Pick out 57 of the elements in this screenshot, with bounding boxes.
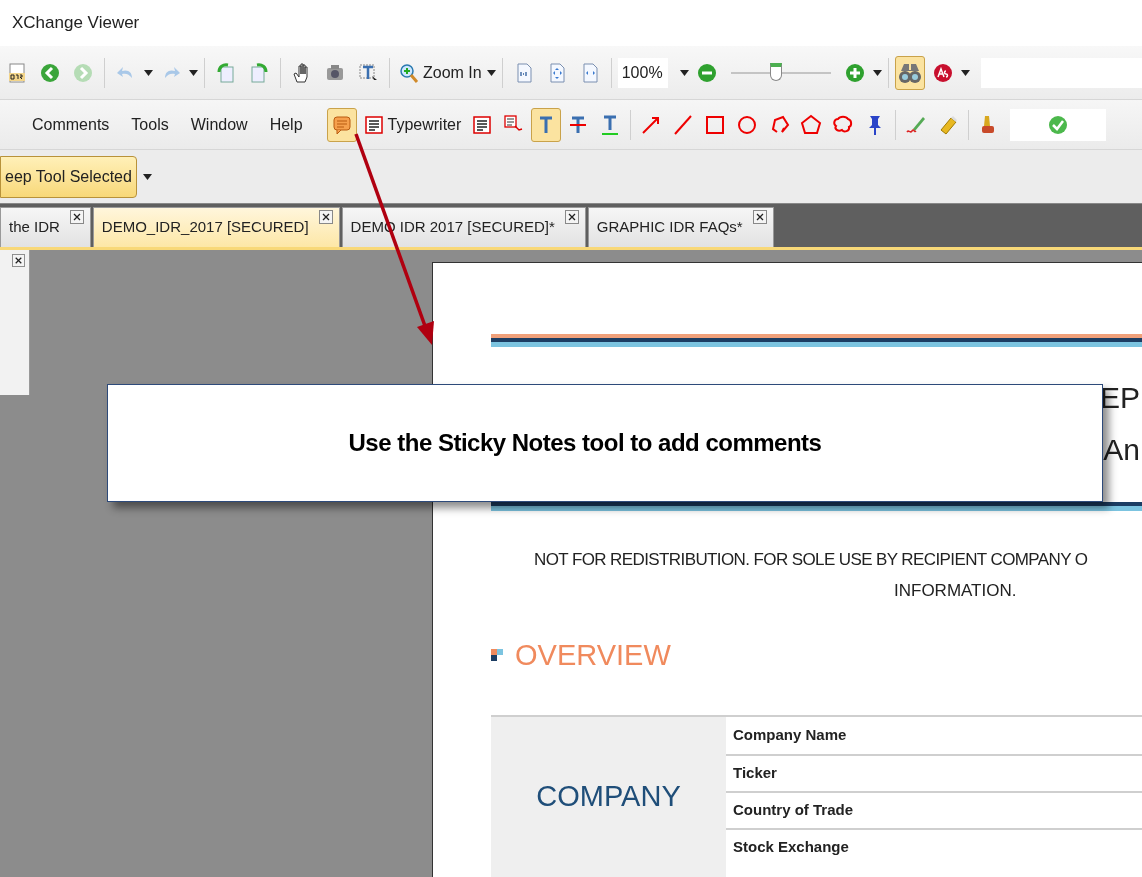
rotate-right-icon bbox=[248, 61, 270, 84]
document-tab[interactable]: GRAPHIC IDR FAQs* bbox=[587, 207, 774, 247]
table-cell-text: Company Name bbox=[732, 725, 848, 746]
textbox-icon bbox=[471, 113, 494, 136]
notice-text: NOT FOR REDISTRIBUTION. FOR SOLE USE BY RECIPIENT COMPANY O bbox=[533, 548, 1089, 571]
notice-text: INFORMATION. bbox=[893, 580, 1018, 602]
polygon-icon bbox=[800, 113, 823, 136]
callout-box: Use the Sticky Notes tool to add comments bbox=[107, 384, 1103, 502]
zoom-slider-thumb[interactable] bbox=[769, 62, 782, 81]
ocr-icon bbox=[6, 61, 28, 84]
close-icon[interactable] bbox=[12, 254, 25, 267]
table-cell: Country of Trade bbox=[726, 791, 1142, 828]
zoom-out-icon bbox=[695, 61, 718, 84]
dropdown-arrow-icon[interactable] bbox=[189, 69, 198, 76]
check-icon bbox=[1047, 113, 1070, 136]
dropdown-arrow-icon[interactable] bbox=[872, 69, 882, 76]
typewriter-tool-button[interactable]: Typewriter bbox=[358, 107, 466, 142]
dropdown-arrow-icon[interactable] bbox=[144, 69, 153, 76]
sticky-note-tool-button[interactable] bbox=[326, 107, 357, 142]
rotate-left-icon bbox=[215, 61, 237, 84]
binoculars-icon bbox=[898, 61, 921, 84]
document-tab[interactable]: DEMO_IDR_2017 [SECURED] bbox=[92, 207, 340, 247]
oval-icon bbox=[736, 113, 759, 136]
dropdown-arrow-icon[interactable] bbox=[960, 69, 970, 76]
menu-item[interactable]: Help bbox=[259, 107, 313, 142]
close-icon[interactable] bbox=[318, 210, 333, 224]
dropdown-arrow-icon[interactable] bbox=[486, 69, 496, 76]
table-cell: Stock Exchange bbox=[726, 828, 1142, 865]
dropdown-arrow-icon[interactable] bbox=[679, 69, 689, 76]
find-button[interactable] bbox=[894, 55, 925, 90]
table-group-label: COMPANY bbox=[491, 717, 726, 877]
text-highlight-tool-button[interactable] bbox=[531, 107, 562, 142]
zoom-field[interactable]: 100% bbox=[617, 57, 668, 88]
menu-item[interactable]: Tools bbox=[121, 107, 179, 142]
menu-item[interactable]: Comments bbox=[22, 107, 120, 142]
close-icon[interactable] bbox=[564, 210, 579, 224]
close-icon[interactable] bbox=[752, 210, 767, 224]
line-icon bbox=[672, 113, 695, 136]
menu-item[interactable]: Window bbox=[180, 107, 258, 142]
typewriter-icon bbox=[362, 113, 385, 136]
table-cell: Ticker bbox=[726, 754, 1142, 791]
window-title: XChange Viewer bbox=[12, 12, 140, 35]
back-icon bbox=[39, 61, 61, 84]
ask-icon bbox=[931, 61, 954, 84]
rectangle-icon bbox=[704, 113, 727, 136]
zoom-in-tool-button[interactable]: Zoom In bbox=[396, 55, 484, 90]
forward-icon bbox=[72, 61, 94, 84]
dropdown-arrow-icon[interactable] bbox=[142, 173, 152, 180]
zoom-in-icon bbox=[843, 61, 866, 84]
document-tab[interactable]: the IDR bbox=[0, 207, 91, 247]
close-icon[interactable] bbox=[69, 210, 84, 224]
document-title: An bbox=[1103, 432, 1140, 469]
status-field[interactable] bbox=[1010, 108, 1107, 141]
sticky-note-icon bbox=[330, 113, 353, 136]
keep-tool-selected-button[interactable]: eep Tool Selected bbox=[0, 155, 137, 198]
section-heading: OVERVIEW bbox=[515, 637, 671, 673]
zoom-icon bbox=[398, 61, 420, 84]
